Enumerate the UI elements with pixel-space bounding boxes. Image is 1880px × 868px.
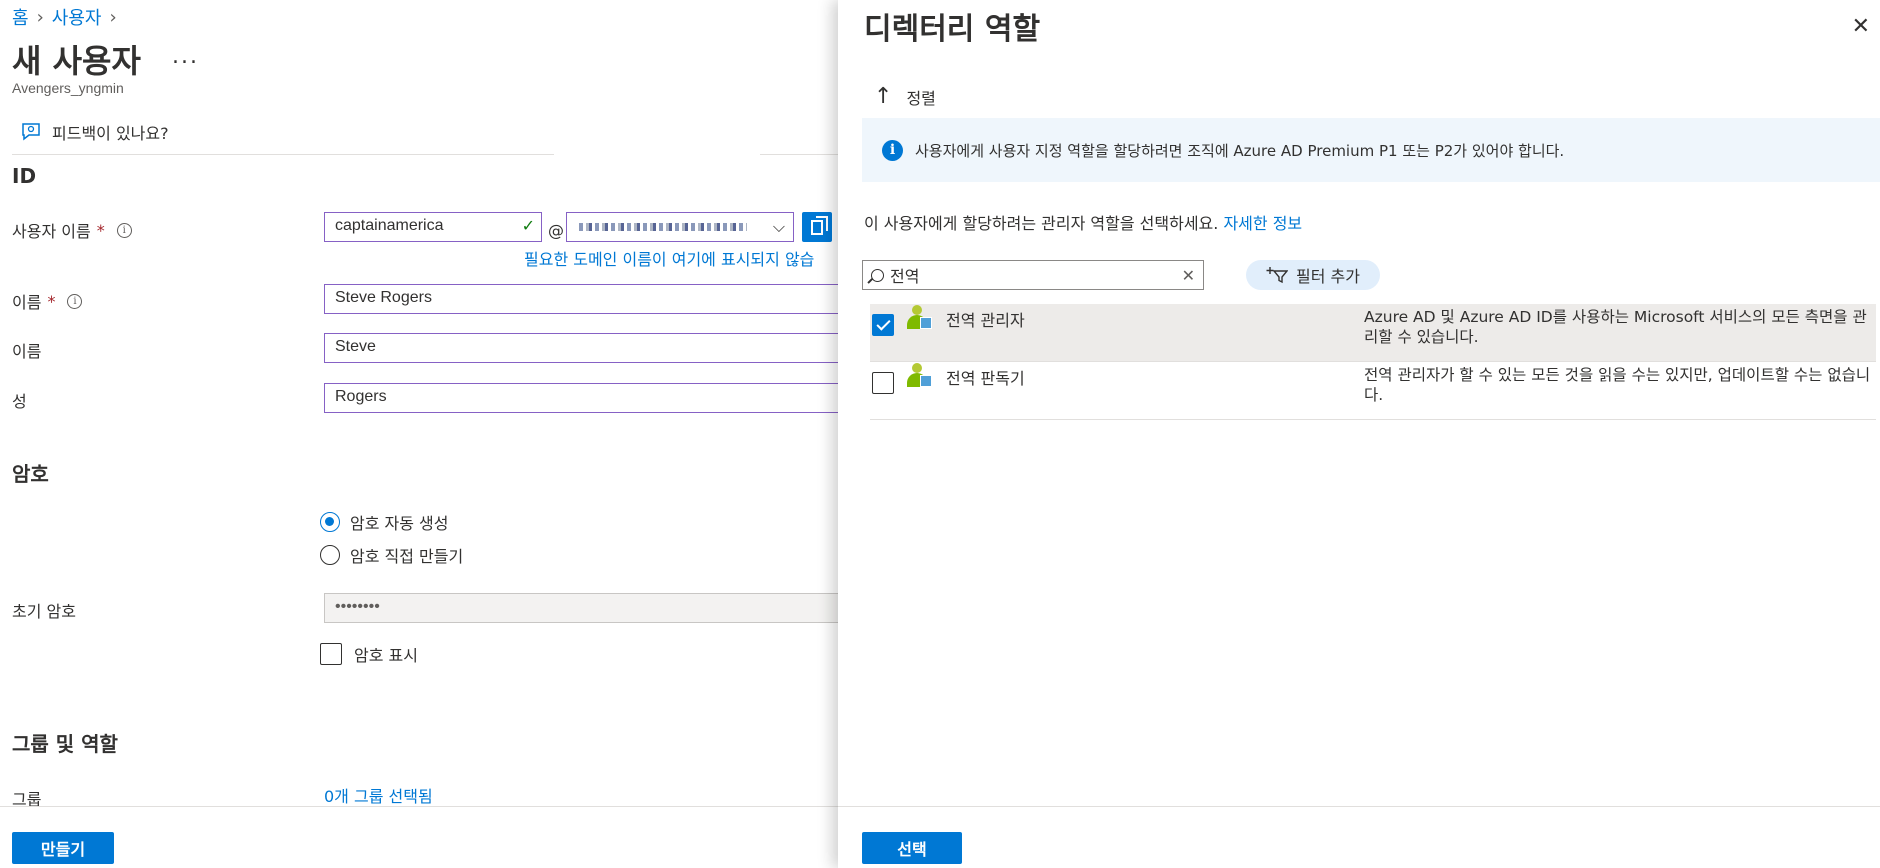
name-label-row: 이름 * i: [12, 289, 83, 313]
description-text: 이 사용자에게 할당하려는 관리자 역할을 선택하세요.: [864, 214, 1224, 233]
last-name-label: 성: [12, 392, 27, 411]
panel-title: 디렉터리 역할: [864, 12, 1041, 47]
auto-generate-label: 암호 자동 생성: [350, 514, 449, 533]
first-name-label: 이름: [12, 342, 42, 361]
password-heading: 암호: [12, 462, 49, 486]
last-name-input[interactable]: Rogers: [324, 383, 838, 413]
initial-password-label: 초기 암호: [12, 602, 76, 621]
add-filter-button[interactable]: 필터 추가: [1246, 260, 1380, 290]
create-own-label: 암호 직접 만들기: [350, 547, 464, 566]
role-description: 전역 관리자가 할 수 있는 모든 것을 읽을 수는 있지만, 업데이트할 수는…: [1364, 366, 1871, 404]
role-row-global-reader[interactable]: 전역 판독기 전역 관리자가 할 수 있는 모든 것을 읽을 수는 있지만, 업…: [870, 362, 1876, 420]
panel-description: 이 사용자에게 할당하려는 관리자 역할을 선택하세요. 자세한 정보: [864, 210, 1302, 234]
sort-button[interactable]: ↑ 정렬: [874, 84, 936, 109]
first-name-input[interactable]: Steve: [324, 333, 838, 363]
select-button[interactable]: 선택: [862, 832, 962, 864]
role-description: Azure AD 및 Azure AD ID를 사용하는 Microsoft 서…: [1364, 308, 1867, 346]
filter-add-icon: [1266, 267, 1289, 284]
copy-icon: [811, 215, 828, 235]
chevron-right-icon: ›: [109, 6, 117, 28]
close-icon[interactable]: ✕: [1852, 14, 1870, 39]
divider: [12, 154, 554, 155]
groups-roles-heading: 그룹 및 역할: [12, 732, 118, 756]
page-title: 새 사용자: [12, 42, 141, 80]
divider: [760, 154, 838, 155]
identity-heading: ID: [12, 164, 37, 188]
reader-role-icon: [906, 363, 932, 389]
tenant-name: Avengers_yngmin: [12, 80, 124, 96]
info-text: 사용자에게 사용자 지정 역할을 할당하려면 조직에 Azure AD Prem…: [915, 141, 1565, 160]
admin-role-icon: [906, 305, 932, 331]
auto-generate-radio[interactable]: 암호 자동 생성: [320, 510, 449, 534]
role-search-input[interactable]: 전역 ✕: [862, 260, 1204, 290]
info-icon: i: [882, 139, 903, 161]
create-own-radio[interactable]: 암호 직접 만들기: [320, 543, 463, 567]
name-label: 이름: [12, 293, 42, 312]
breadcrumb: 홈 › 사용자 ›: [12, 4, 117, 30]
role-row-global-admin[interactable]: 전역 관리자 Azure AD 및 Azure AD ID를 사용하는 Micr…: [870, 304, 1876, 362]
feedback-icon: [22, 123, 40, 141]
role-checkbox-checked[interactable]: [872, 314, 894, 336]
info-icon[interactable]: i: [67, 293, 83, 309]
feedback-button[interactable]: 피드백이 있나요?: [20, 120, 169, 144]
roles-list: 전역 관리자 Azure AD 및 Azure AD ID를 사용하는 Micr…: [870, 304, 1876, 420]
learn-more-link[interactable]: 자세한 정보: [1223, 214, 1302, 233]
directory-roles-panel: 디렉터리 역할 ✕ ↑ 정렬 i 사용자에게 사용자 지정 역할을 할당하려면 …: [838, 0, 1880, 868]
create-button[interactable]: 만들기: [12, 832, 114, 864]
username-label-row: 사용자 이름 * i: [12, 218, 132, 242]
info-icon[interactable]: i: [116, 222, 132, 238]
groups-select-link[interactable]: 0개 그룹 선택됨: [324, 783, 433, 807]
copy-button[interactable]: [802, 212, 832, 242]
more-options-button[interactable]: ...: [172, 44, 199, 69]
feedback-label: 피드백이 있나요?: [52, 124, 169, 143]
domain-hint-link[interactable]: 필요한 도메인 이름이 여기에 표시되지 않습: [524, 246, 814, 270]
role-name: 전역 판독기: [946, 369, 1025, 388]
domain-value-redacted: [579, 223, 747, 231]
chevron-right-icon: ›: [36, 6, 44, 28]
search-icon: [871, 268, 884, 282]
checkbox-box: [320, 643, 342, 665]
username-value: captainamerica: [335, 217, 444, 234]
username-label: 사용자 이름: [12, 222, 91, 241]
show-password-label: 암호 표시: [354, 646, 418, 665]
required-mark: *: [47, 291, 56, 311]
clear-search-icon[interactable]: ✕: [1182, 266, 1195, 285]
initial-password-input: ••••••••: [324, 593, 838, 623]
breadcrumb-home[interactable]: 홈: [12, 4, 29, 30]
left-footer: 만들기: [0, 806, 838, 868]
info-message-bar: i 사용자에게 사용자 지정 역할을 할당하려면 조직에 Azure AD Pr…: [862, 118, 1880, 182]
radio-selected: [320, 512, 340, 532]
radio-unselected: [320, 545, 340, 565]
role-checkbox[interactable]: [872, 372, 894, 394]
add-filter-label: 필터 추가: [1296, 267, 1360, 286]
search-value: 전역: [890, 267, 920, 286]
chevron-down-icon: ⌵: [772, 217, 785, 236]
required-mark: *: [96, 220, 105, 240]
show-password-checkbox[interactable]: 암호 표시: [320, 642, 418, 666]
username-input[interactable]: captainamerica ✓: [324, 212, 542, 242]
sort-label: 정렬: [906, 88, 936, 108]
role-name: 전역 관리자: [946, 311, 1025, 330]
name-input[interactable]: Steve Rogers: [324, 284, 838, 314]
checkmark-icon: ✓: [521, 218, 535, 235]
panel-footer: 선택: [838, 806, 1880, 868]
at-sign: @: [548, 221, 564, 240]
breadcrumb-users[interactable]: 사용자: [52, 4, 102, 30]
arrow-up-icon: ↑: [874, 84, 893, 109]
domain-dropdown[interactable]: ⌵: [566, 212, 794, 242]
new-user-blade: 홈 › 사용자 › 새 사용자 ... Avengers_yngmin 피드백이…: [0, 0, 838, 868]
